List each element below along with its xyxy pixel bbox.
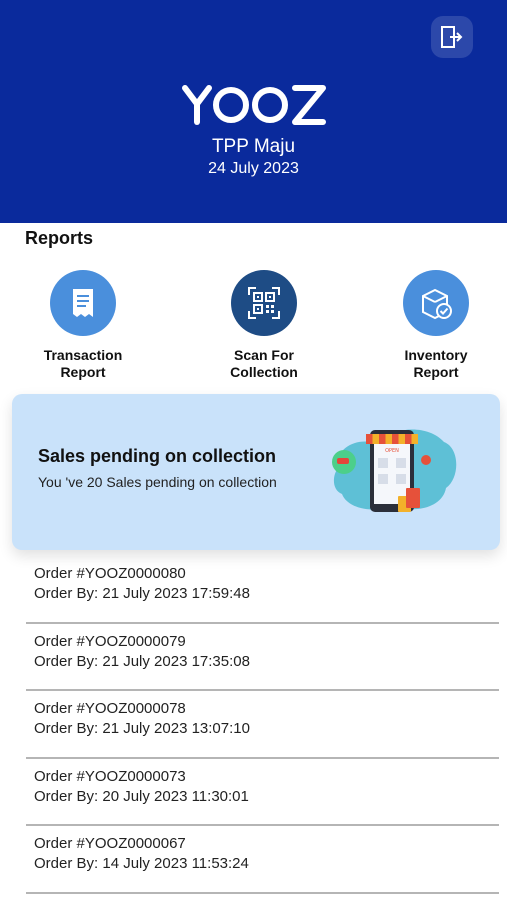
order-id: Order #YOOZ0000078 xyxy=(34,700,186,717)
report-icon-circle xyxy=(403,270,469,336)
order-id: Order #YOOZ0000073 xyxy=(34,767,186,785)
yooz-logo xyxy=(0,84,507,130)
inventory-report-button[interactable]: Inventory Report xyxy=(371,270,501,381)
order-date: Order By: 14 July 2023 11:53:24 xyxy=(34,855,249,872)
order-row[interactable]: Order #YOOZ0000078 Order By: 21 July 202… xyxy=(26,691,499,759)
transaction-report-button[interactable]: Transaction Report xyxy=(18,270,148,381)
order-id: Order #YOOZ0000080 xyxy=(34,565,186,582)
order-row[interactable]: Order #YOOZ0000080 Order By: 21 July 202… xyxy=(26,556,499,624)
report-icon-circle xyxy=(50,270,116,336)
banner-subtitle: You 've 20 Sales pending on collection xyxy=(38,474,277,490)
order-id: Order #YOOZ0000079 xyxy=(34,632,186,650)
store-name: TPP Maju xyxy=(211,136,296,157)
order-list: Order #YOOZ0000080 Order By: 21 July 202… xyxy=(26,556,499,894)
reports-title: Reports xyxy=(25,228,94,248)
logout-button[interactable] xyxy=(431,16,473,58)
order-date: Order By: 21 July 2023 17:59:48 xyxy=(34,585,250,602)
report-icon-circle xyxy=(231,270,297,336)
store-phone-illustration: OPEN xyxy=(332,429,457,512)
order-date: Order By: 20 July 2023 11:30:01 xyxy=(34,787,249,805)
order-row[interactable]: Order #YOOZ0000079 Order By: 21 July 202… xyxy=(26,624,499,691)
qr-code-icon xyxy=(248,287,280,319)
order-row[interactable]: Order #YOOZ0000073 Order By: 20 July 202… xyxy=(26,759,499,826)
open-sign-text: OPEN xyxy=(385,448,399,454)
transaction-report-label: Transaction Report xyxy=(43,347,123,380)
scan-for-collection-button[interactable]: Scan For Collection xyxy=(199,270,329,381)
banner-title: Sales pending on collection xyxy=(38,446,277,466)
pending-collection-banner[interactable]: Sales pending on collection You 've 20 S… xyxy=(12,394,500,550)
logout-icon xyxy=(441,26,463,48)
order-date: Order By: 21 July 2023 17:35:08 xyxy=(34,652,250,670)
inventory-icon xyxy=(422,288,452,320)
order-id: Order #YOOZ0000067 xyxy=(34,835,186,852)
scan-for-collection-label: Scan For Collection xyxy=(230,347,298,380)
order-row[interactable]: Order #YOOZ0000067 Order By: 14 July 202… xyxy=(26,826,499,894)
receipt-icon xyxy=(73,289,93,317)
order-date: Order By: 21 July 2023 13:07:10 xyxy=(34,720,250,737)
app-header: TPP Maju 24 July 2023 xyxy=(0,0,507,223)
inventory-report-label: Inventory Report xyxy=(404,347,468,380)
header-date: 24 July 2023 xyxy=(208,160,299,177)
